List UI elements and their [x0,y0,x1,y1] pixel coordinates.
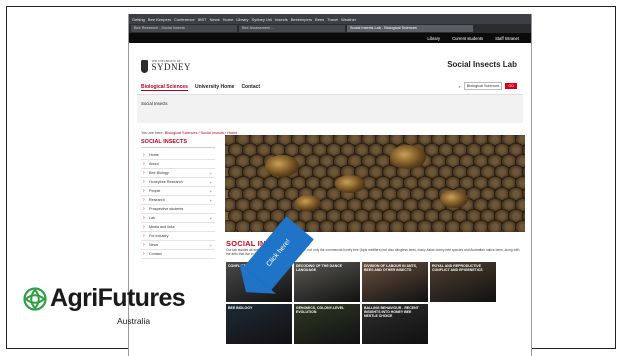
main-nav: Biological Sciences University Home Cont… [141,84,260,91]
bee [390,145,426,169]
bookmark-item[interactable]: Sydney Uni [252,17,272,22]
bookmark-item[interactable]: Library [236,17,248,22]
honeycomb-cell [515,220,525,232]
bookmark-item[interactable]: Beekeepers [291,17,312,22]
expand-icon[interactable]: + [210,198,212,203]
university-logo[interactable]: THE UNIVERSITY OF SYDNEY [141,56,191,76]
nav-biological-sciences[interactable]: Biological Sciences [141,84,188,91]
bookmark-item[interactable]: Bees [315,17,324,22]
search-go-button[interactable]: GO [505,83,517,89]
sidebar-item[interactable]: Research+ [141,196,215,205]
expand-icon[interactable]: + [210,216,212,221]
sidebar-item[interactable]: About [141,160,215,169]
browser-tab[interactable]: Bee Research - Social Insects [131,25,237,32]
search-scope-select[interactable]: Biological Sciences [463,82,503,90]
sidebar-item[interactable]: Prospective students [141,205,215,214]
subnav-label[interactable]: Social Insects [141,101,168,106]
research-tile[interactable]: Balling behaviour - recent insights into… [362,304,428,344]
site-title: Social Insects Lab [447,60,517,69]
hero-image-honeycomb-bees [225,135,525,232]
expand-icon[interactable]: + [210,180,212,185]
subnav-strip [137,94,523,123]
browser-tab[interactable]: Bee Assessment ... [239,25,345,32]
presentation-slide: Getting Bee Keepers Conference IBST News… [0,0,624,356]
bookmark-item[interactable]: Conference [174,17,195,22]
research-tile[interactable]: Genomics, colony-level evolution [294,304,360,344]
sidebar-item[interactable]: Honeybee Research+ [141,178,215,187]
bookmark-item[interactable]: Insects [275,17,288,22]
bookmark-item[interactable]: IBST [198,17,207,22]
bookmark-item[interactable]: News [210,17,220,22]
bee [440,190,468,208]
browser-tab-active[interactable]: Social Insects Lab - Biological Sciences [347,25,473,32]
sidebar: SOCIAL INSECTS Home About Bee Biology+ H… [141,139,215,259]
bookmark-item[interactable]: Bee Keepers [148,17,171,22]
expand-icon[interactable]: + [210,243,212,248]
bookmark-item[interactable]: Home [223,17,234,22]
search-area: ⌕ Biological Sciences GO [458,82,517,90]
utility-bar: Library Current students Staff Intranet [129,33,531,43]
sidebar-item[interactable]: People+ [141,187,215,196]
bee [335,175,365,193]
bookmarks-bar: Getting Bee Keepers Conference IBST News… [129,14,531,24]
bookmark-item[interactable]: Getting [132,17,145,22]
agrifutures-country: Australia [117,316,151,326]
sidebar-item[interactable]: Media and links [141,223,215,232]
breadcrumb: You are here: Biological Sciences / Soci… [141,131,238,135]
sidebar-item[interactable]: Lab+ [141,214,215,223]
bookmark-item[interactable]: Travel [327,17,338,22]
bee [295,195,321,211]
research-tile[interactable]: Royal and reproductive conflict and epig… [430,262,496,302]
research-tile[interactable]: Decoding of the dance language [294,262,360,302]
logo-name: SYDNEY [151,62,191,72]
research-tile[interactable]: Division of labour in ants, bees and oth… [362,262,428,302]
sidebar-item[interactable]: Bee Biology+ [141,169,215,178]
utility-link-students[interactable]: Current students [452,36,483,41]
sidebar-item[interactable]: Contact [141,250,215,259]
nav-university-home[interactable]: University Home [195,84,234,91]
bookmark-item[interactable]: Weather [341,17,356,22]
search-icon: ⌕ [458,83,461,89]
agrifutures-wordmark: AgriFutures [50,284,186,312]
sidebar-item[interactable]: News+ [141,241,215,250]
bee [265,155,299,177]
crest-icon [141,59,149,73]
expand-icon[interactable]: + [210,189,212,194]
utility-link-staff[interactable]: Staff Intranet [495,36,519,41]
sidebar-title: SOCIAL INSECTS [141,139,215,148]
sidebar-item[interactable]: Home [141,151,215,160]
expand-icon[interactable]: + [210,171,212,176]
agrifutures-logo: AgriFutures Australia [23,286,203,336]
research-tile[interactable]: Bee biology [226,304,292,344]
nav-contact[interactable]: Contact [241,84,260,91]
sidebar-item[interactable]: For industry [141,232,215,241]
utility-link-library[interactable]: Library [427,36,440,41]
browser-tab-bar: Bee Research - Social Insects Bee Assess… [129,24,531,33]
agrifutures-leaf-icon [23,287,47,311]
